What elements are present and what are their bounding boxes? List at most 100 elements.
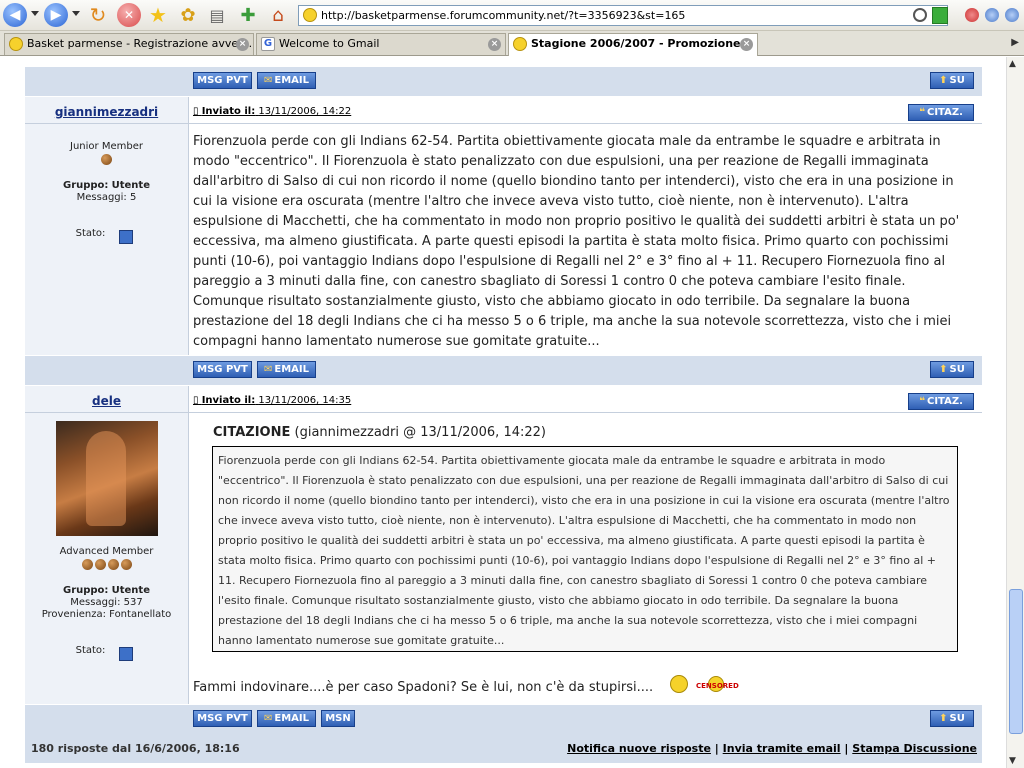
author-name-link[interactable]: giannimezzadri [25,105,188,119]
user-group: Gruppo: Utente [62,585,150,596]
print-link[interactable]: Stampa Discussione [852,742,977,755]
browser-toolbar: ◀ ▶ ↻ ✕ ★ ✿ ▤ ✚ ⌂ http://basketparmense.… [0,0,1024,31]
scroll-down-icon[interactable]: ▼ [1009,756,1016,766]
post-date: ▯ Inviato il: 13/11/2006, 14:22 [193,106,352,117]
replies-count: 180 risposte dal 16/6/2006, 18:16 [31,742,240,755]
arrow-up-icon: ⬆ [939,364,948,375]
security-icon [913,8,927,22]
separator: | [844,742,849,755]
scrollbar-thumb[interactable] [1009,589,1023,734]
avatar [56,421,158,536]
vertical-scrollbar[interactable]: ▲ ▼ [1006,57,1024,768]
user-group: Gruppo: Utente [62,180,150,191]
msg-pvt-button[interactable]: MSG PVT [193,361,252,378]
smiley-icon [670,675,688,693]
basketball-icon [81,559,93,570]
user-status: Stato: [75,645,106,656]
reload-icon[interactable]: ↻ [86,3,110,27]
notify-link[interactable]: Notifica nuove risposte [567,742,711,755]
citaz-button[interactable]: ❝ CITAZ. [908,393,974,410]
user-messages: Messaggi: 5 [76,192,137,203]
msg-pvt-button[interactable]: MSG PVT [193,710,252,727]
new-tab-icon[interactable]: ✚ [236,3,260,27]
basketball-icon [101,154,112,165]
envelope-icon: ✉ [263,713,273,724]
su-button[interactable]: ⬆ SU [930,710,974,727]
post-icon: ▯ [193,106,199,117]
online-status-icon [119,647,133,661]
history-icon[interactable]: ✿ [176,3,200,27]
close-icon[interactable]: × [236,38,249,51]
post-body: Fiorenzuola perde con gli Indians 62-54.… [193,134,960,349]
stop-icon[interactable]: ✕ [117,3,141,27]
help-icon[interactable] [985,8,999,22]
su-button[interactable]: ⬆ SU [930,72,974,89]
info-icon[interactable] [1005,8,1019,22]
arrow-up-icon: ⬆ [939,75,948,86]
back-button[interactable]: ◀ [3,3,27,27]
envelope-icon: ✉ [263,364,273,375]
forward-dropdown-icon[interactable] [72,11,80,16]
quote-icon: ❝ [919,396,925,407]
post-date: ▯ Inviato il: 13/11/2006, 14:35 [193,395,352,406]
tab-label: Basket parmense - Registrazione avven... [27,37,254,50]
rank-pips [25,154,188,168]
msn-button[interactable]: MSN [321,710,355,727]
tab-label: Welcome to Gmail [279,37,380,50]
post-body: Fammi indovinare....è per caso Spadoni? … [193,680,654,695]
basketball-icon [120,559,132,570]
online-status-icon [119,230,133,244]
home-icon[interactable]: ⌂ [266,3,290,27]
close-icon[interactable]: × [740,38,753,51]
tab-scroll-icon[interactable]: ▶ [1011,37,1019,48]
post-icon: ▯ [193,395,199,406]
back-dropdown-icon[interactable] [31,11,39,16]
author-name-link[interactable]: dele [25,394,188,408]
forward-button[interactable]: ▶ [44,3,68,27]
tab-label: Stagione 2006/2007 - Promozione [531,37,741,50]
citaz-button[interactable]: ❝ CITAZ. [908,104,974,121]
su-button[interactable]: ⬆ SU [930,361,974,378]
address-bar[interactable]: http://basketparmense.forumcommunity.net… [298,5,948,26]
email-button[interactable]: ✉ EMAIL [257,361,316,378]
basketball-icon [107,559,119,570]
rank-pips [25,559,188,573]
page-content: MSG PVT ✉ EMAIL ⬆ SU giannimezzadri ▯ Invi… [0,57,1006,768]
divider [188,97,189,355]
thread-footer: 180 risposte dal 16/6/2006, 18:16 Notifi… [25,734,982,763]
bookmark-star-icon[interactable]: ★ [146,3,170,27]
censored-label: CENSORED [696,682,739,690]
post-actions-bar [25,356,982,385]
footer-links: Notifica nuove risposte | Invia tramite … [567,734,977,763]
post-actions-bar [25,67,982,96]
envelope-icon: ✉ [263,75,273,86]
close-icon[interactable]: × [488,38,501,51]
basketball-icon [94,559,106,570]
quote-box: Fiorenzuola perde con gli Indians 62-54.… [212,446,958,652]
tab-stagione[interactable]: Stagione 2006/2007 - Promozione × [508,33,758,56]
author-cell [25,97,188,355]
msg-pvt-button[interactable]: MSG PVT [193,72,252,89]
divider [25,412,982,413]
site-favicon [303,8,317,22]
user-rank: Junior Member [70,141,143,152]
user-messages: Messaggi: 537 [70,597,143,608]
email-button[interactable]: ✉ EMAIL [257,710,316,727]
separator: | [714,742,719,755]
email-button[interactable]: ✉ EMAIL [257,72,316,89]
quote-icon: ❝ [919,107,925,118]
red-stop-icon[interactable] [965,8,979,22]
scroll-up-icon[interactable]: ▲ [1009,59,1016,69]
go-button[interactable] [932,7,948,24]
tab-bar: Basket parmense - Registrazione avven...… [0,31,1024,56]
post-actions-bar [25,705,982,734]
url-text: http://basketparmense.forumcommunity.net… [321,9,686,22]
gmail-favicon: G [261,37,275,51]
send-email-link[interactable]: Invia tramite email [723,742,841,755]
divider [188,386,189,704]
tab-gmail[interactable]: G Welcome to Gmail × [256,33,506,55]
print-icon[interactable]: ▤ [205,3,229,27]
user-rank: Advanced Member [59,546,154,557]
user-status: Stato: [75,228,106,239]
tab-basket-registrazione[interactable]: Basket parmense - Registrazione avven...… [4,33,254,55]
